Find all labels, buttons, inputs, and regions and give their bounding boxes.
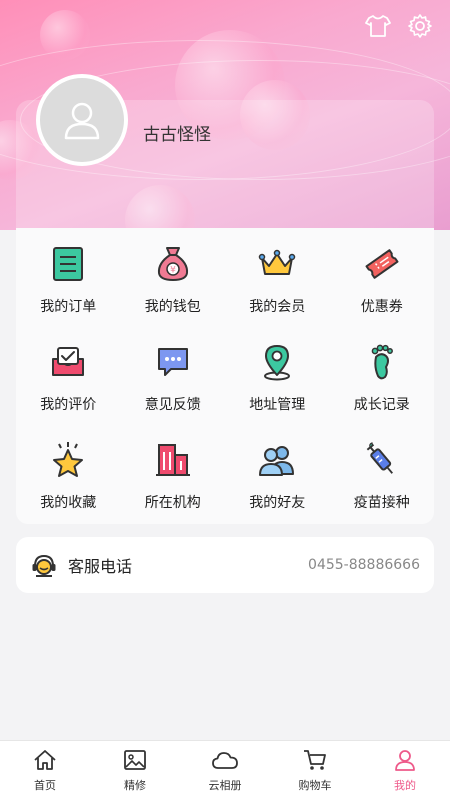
service-title: 客服电话 xyxy=(68,557,133,576)
building-icon xyxy=(153,440,193,480)
nav-item-mine[interactable]: 我的 xyxy=(360,741,450,800)
grid-label: 我的钱包 xyxy=(144,299,201,315)
bottom-nav: 首页 精修 云相册 购物车 我的 xyxy=(0,740,450,800)
chat-bubble-icon xyxy=(153,342,193,382)
image-icon xyxy=(121,747,149,773)
gear-icon[interactable] xyxy=(406,12,434,40)
nav-label: 首页 xyxy=(34,779,56,792)
grid-label: 地址管理 xyxy=(249,397,306,413)
username: 古古怪怪 xyxy=(143,125,211,145)
grid-item-institution[interactable]: 所在机构 xyxy=(121,436,226,534)
grid-label: 成长记录 xyxy=(353,397,410,413)
user-icon xyxy=(391,747,419,773)
customer-service-row[interactable]: 客服电话 0455-88886666 xyxy=(16,537,434,593)
user-silhouette-icon xyxy=(64,102,100,140)
svg-text:¥: ¥ xyxy=(170,266,176,276)
function-grid: 我的订单 ¥ 我的钱包 我的会员 优惠券 我的评价 意见反馈 地址管理 成长记录… xyxy=(16,228,434,534)
order-list-icon xyxy=(48,244,88,284)
footprint-icon xyxy=(362,342,402,382)
grid-item-membership[interactable]: 我的会员 xyxy=(225,240,330,338)
service-phone[interactable]: 0455-88886666 xyxy=(308,557,420,573)
grid-item-wallet[interactable]: ¥ 我的钱包 xyxy=(121,240,226,338)
nav-item-retouch[interactable]: 精修 xyxy=(90,741,180,800)
grid-label: 所在机构 xyxy=(144,495,201,511)
nav-label: 云相册 xyxy=(208,779,242,792)
grid-item-growth[interactable]: 成长记录 xyxy=(330,338,435,436)
nav-label: 精修 xyxy=(124,779,146,792)
star-icon xyxy=(48,440,88,480)
grid-item-reviews[interactable]: 我的评价 xyxy=(16,338,121,436)
grid-item-feedback[interactable]: 意见反馈 xyxy=(121,338,226,436)
header-actions xyxy=(364,12,434,40)
grid-label: 我的好友 xyxy=(249,495,306,511)
nav-item-home[interactable]: 首页 xyxy=(0,741,90,800)
avatar[interactable] xyxy=(36,74,128,166)
location-pin-icon xyxy=(257,342,297,382)
cloud-icon xyxy=(211,747,239,773)
shirt-icon[interactable] xyxy=(364,12,392,40)
grid-item-favorites[interactable]: 我的收藏 xyxy=(16,436,121,534)
friends-icon xyxy=(257,440,297,480)
grid-item-address[interactable]: 地址管理 xyxy=(225,338,330,436)
grid-label: 我的会员 xyxy=(249,299,306,315)
grid-label: 优惠券 xyxy=(360,299,403,315)
grid-label: 我的评价 xyxy=(40,397,97,413)
nav-label: 购物车 xyxy=(298,779,332,792)
headset-icon xyxy=(32,554,56,577)
crown-icon xyxy=(257,244,297,284)
grid-label: 我的收藏 xyxy=(40,495,97,511)
grid-item-orders[interactable]: 我的订单 xyxy=(16,240,121,338)
grid-item-vaccination[interactable]: 疫苗接种 xyxy=(330,436,435,534)
nav-item-cart[interactable]: 购物车 xyxy=(270,741,360,800)
review-inbox-icon xyxy=(48,342,88,382)
nav-label: 我的 xyxy=(394,779,416,792)
money-bag-icon: ¥ xyxy=(153,244,193,284)
home-icon xyxy=(31,747,59,773)
grid-label: 疫苗接种 xyxy=(353,495,410,511)
grid-item-coupons[interactable]: 优惠券 xyxy=(330,240,435,338)
grid-label: 意见反馈 xyxy=(144,397,201,413)
vaccine-syringe-icon xyxy=(362,440,402,480)
grid-item-friends[interactable]: 我的好友 xyxy=(225,436,330,534)
grid-label: 我的订单 xyxy=(40,299,97,315)
nav-item-cloud-album[interactable]: 云相册 xyxy=(180,741,270,800)
coupon-icon xyxy=(362,244,402,284)
cart-icon xyxy=(301,747,329,773)
function-grid-card: 我的订单 ¥ 我的钱包 我的会员 优惠券 我的评价 意见反馈 地址管理 成长记录… xyxy=(16,228,434,524)
